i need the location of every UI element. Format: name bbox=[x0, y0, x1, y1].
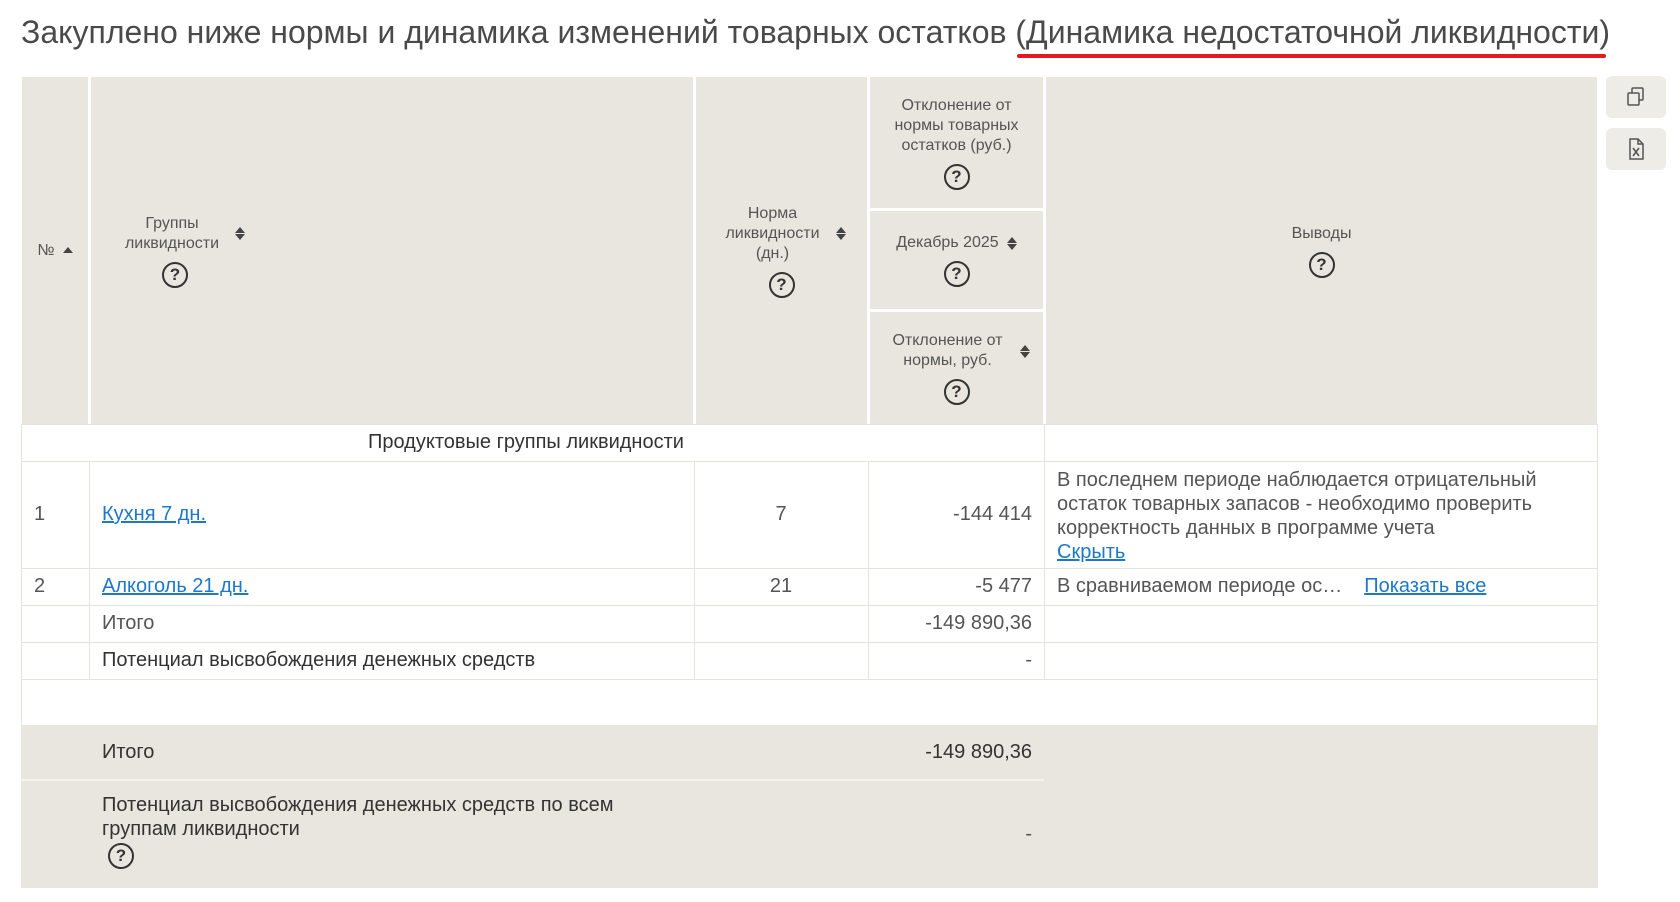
show-all-link[interactable]: Показать все bbox=[1364, 575, 1486, 598]
group-link-kitchen[interactable]: Кухня 7 дн. bbox=[102, 461, 206, 568]
help-icon[interactable]: ? bbox=[1308, 251, 1335, 278]
footer-potential-value: - bbox=[1025, 823, 1032, 845]
group-link-alcohol[interactable]: Алкоголь 21 дн. bbox=[102, 568, 248, 605]
row-conclusion: В последнем периоде наблюдается отрицате… bbox=[1057, 468, 1587, 564]
row-value: -144 414 bbox=[953, 503, 1032, 525]
help-icon[interactable]: ? bbox=[943, 379, 970, 405]
potential-value: - bbox=[1025, 649, 1032, 671]
export-excel-button[interactable] bbox=[1606, 128, 1666, 170]
potential-label: Потенциал высвобождения денежных средств bbox=[102, 649, 536, 671]
footer-potential-label: Потенциал высвобождения денежных средств… bbox=[102, 793, 662, 869]
excel-icon bbox=[1629, 138, 1644, 160]
help-icon[interactable]: ? bbox=[108, 843, 134, 869]
header-groups[interactable]: Группы ликвидности ? bbox=[91, 77, 693, 424]
row-value: -5 477 bbox=[975, 575, 1032, 597]
row-num: 1 bbox=[34, 503, 46, 525]
title-highlight: (Динамика недостаточной ликвидности) bbox=[1015, 14, 1610, 50]
header-dev-rub[interactable]: Отклонение от нормы, руб. ? bbox=[870, 312, 1043, 424]
copy-icon bbox=[1627, 87, 1644, 106]
help-icon[interactable]: ? bbox=[943, 261, 970, 287]
sort-icon bbox=[835, 227, 846, 240]
sort-asc-icon bbox=[62, 247, 73, 254]
row-norm: 7 bbox=[775, 503, 787, 525]
footer-total-label: Итого bbox=[102, 740, 155, 763]
sort-icon bbox=[1006, 236, 1017, 250]
header-num[interactable]: № bbox=[22, 77, 88, 424]
header-dev-norm: Отклонение от нормы товарных остатков (р… bbox=[870, 77, 1043, 208]
copy-button[interactable] bbox=[1606, 76, 1666, 118]
title-main: Закуплено ниже нормы и динамика изменени… bbox=[21, 14, 1016, 50]
sort-icon bbox=[1019, 344, 1030, 358]
page-title: Закуплено ниже нормы и динамика изменени… bbox=[21, 14, 1610, 51]
table-footer: Итого -149 890,36 Потенциал высвобождени… bbox=[21, 725, 1598, 888]
help-icon[interactable]: ? bbox=[943, 163, 970, 190]
header-period[interactable]: Декабрь 2025 ? bbox=[870, 211, 1043, 309]
row-conclusion: В сравниваемом периоде ос… Показать все bbox=[1057, 568, 1486, 605]
header-conclusions: Выводы ? bbox=[1046, 77, 1597, 424]
help-icon[interactable]: ? bbox=[768, 271, 795, 298]
header-norm[interactable]: Норма ликвидности (дн.) ? bbox=[696, 77, 867, 424]
help-icon[interactable]: ? bbox=[162, 261, 188, 288]
subtotal-value: -149 890,36 bbox=[925, 612, 1032, 634]
section-label: Продуктовые группы ликвидности bbox=[368, 431, 684, 453]
conclusion-text: В последнем периоде наблюдается отрицате… bbox=[1057, 469, 1537, 539]
hide-link[interactable]: Скрыть bbox=[1057, 541, 1125, 563]
footer-total-value: -149 890,36 bbox=[925, 740, 1032, 763]
row-num: 2 bbox=[34, 575, 46, 597]
subtotal-label: Итого bbox=[102, 612, 155, 634]
sort-icon bbox=[235, 227, 245, 240]
row-norm: 21 bbox=[769, 575, 793, 597]
conclusion-text: В сравниваемом периоде ос… bbox=[1057, 575, 1343, 597]
